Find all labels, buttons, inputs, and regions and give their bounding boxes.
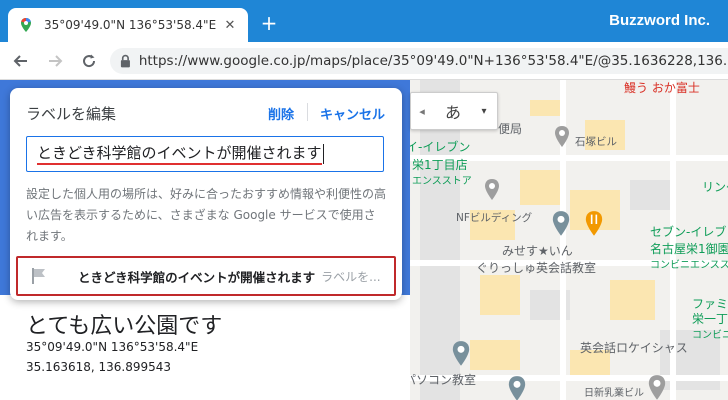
suggestion-name: ときどき科学館のイベントが開催されます [78, 269, 316, 285]
map-pin-icon[interactable] [483, 178, 501, 202]
restaurant-icon[interactable] [583, 210, 605, 238]
map-label: 石塚ビル [575, 136, 617, 148]
maps-favicon [21, 18, 31, 32]
forward-arrow-icon[interactable] [42, 48, 68, 74]
brand-text: Buzzword Inc. [609, 12, 710, 29]
place-dms-coordinates: 35°09'49.0"N 136°53'58.4"E [26, 340, 199, 354]
browser-tab[interactable]: 35°09'49.0"N 136°53'58.4"E - Goo ✕ [8, 8, 248, 42]
reload-icon[interactable] [76, 48, 102, 74]
map-label: パソコン教室 [404, 373, 477, 387]
tab-title: 35°09'49.0"N 136°53'58.4"E - Goo [44, 18, 216, 32]
place-title: とても広い公園です [26, 314, 223, 339]
map-pin-icon[interactable] [506, 375, 528, 400]
place-decimal-coordinates[interactable]: 35.163618, 136.899543 [26, 360, 171, 374]
map-label: 鰻う おか富士 [624, 81, 700, 95]
address-bar[interactable]: https://www.google.co.jp/maps/place/35°0… [110, 48, 728, 74]
text-caret [322, 144, 324, 164]
url-text: https://www.google.co.jp/maps/place/35°0… [138, 53, 728, 69]
map-label: 日新乳業ビル [584, 388, 644, 399]
map-label: コンビニ [692, 330, 728, 341]
map-block [520, 170, 560, 205]
cancel-button[interactable]: キャンセル [320, 104, 385, 123]
map-pin-icon[interactable] [450, 340, 472, 368]
dropdown-caret-icon[interactable]: ▾ [473, 93, 495, 129]
map-label: セブン-イレブン [650, 225, 728, 239]
map-label: コンビニエンスストア [650, 260, 728, 271]
edit-label-dialog: ラベルを編集 削除 キャンセル ときどき科学館のイベントが開催されます 設定した… [10, 88, 402, 300]
flag-icon [32, 268, 45, 284]
map-label: みせす★いん [502, 244, 573, 258]
map-label: イ-イレブン [406, 140, 471, 154]
dialog-title: ラベルを編集 [26, 105, 117, 123]
label-input[interactable]: ときどき科学館のイベントが開催されます [26, 136, 384, 172]
map-label: NFビルディング [456, 212, 533, 224]
close-icon[interactable]: ✕ [222, 18, 238, 33]
map-label: 英会話ロケイシャス [580, 341, 688, 355]
map-label: 名古屋栄1御園 [650, 242, 728, 256]
map-pin-icon[interactable] [553, 125, 571, 149]
map-label: リンゲ [702, 180, 728, 194]
tab-bar: 35°09'49.0"N 136°53'58.4"E - Goo ✕ + Buz… [0, 0, 728, 42]
map-block [630, 180, 670, 210]
action-divider [307, 103, 308, 121]
map-block [470, 340, 520, 370]
label-suggestion[interactable]: ときどき科学館のイベントが開催されます ラベルを... [16, 256, 396, 296]
ime-toolbar: ◂ あ ▾ [410, 92, 498, 130]
privacy-help-text: 設定した個人用の場所は、好みに合ったおすすめ情報や利便性の高い広告を表示するため… [26, 187, 387, 243]
delete-button[interactable]: 削除 [268, 104, 294, 123]
map-label: 栄1丁目店 [412, 158, 468, 172]
label-input-value: ときどき科学館のイベントが開催されます [37, 143, 322, 165]
suggestion-hint: ラベルを... [321, 269, 381, 284]
map-block [530, 100, 560, 116]
back-arrow-icon[interactable] [8, 48, 34, 74]
map-block [610, 280, 655, 320]
new-tab-button[interactable]: + [258, 12, 280, 34]
map-label: 栄一丁 [692, 312, 728, 326]
map-block [480, 275, 520, 315]
browser-toolbar: https://www.google.co.jp/maps/place/35°0… [0, 42, 728, 80]
map-label: ぐりっしゅ英会話教室 [476, 261, 597, 275]
map-pin-icon[interactable] [550, 210, 572, 238]
map-label: エンスストア [412, 176, 472, 187]
map-pin-icon[interactable] [646, 374, 668, 400]
map-label: 便局 [498, 122, 523, 136]
lock-icon [120, 54, 130, 68]
ime-mode-button[interactable]: あ [433, 93, 473, 129]
ime-separator: ◂ [419, 104, 425, 118]
